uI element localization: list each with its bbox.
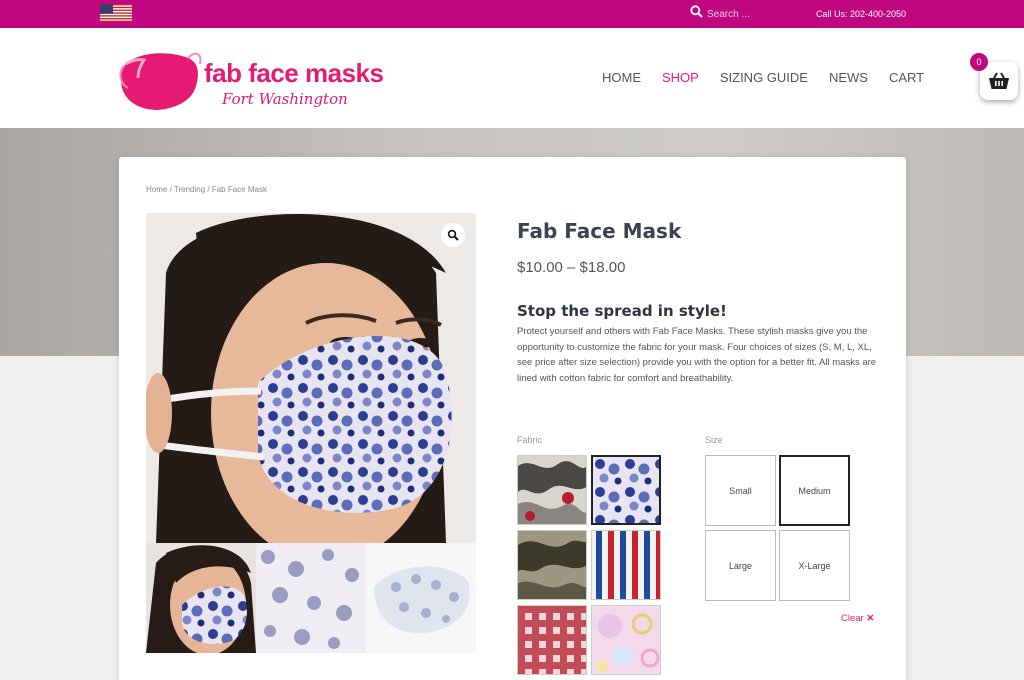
product-description: Protect yourself and others with Fab Fac…: [517, 326, 877, 384]
main-nav: HOME SHOP SIZING GUIDE NEWS CART: [602, 70, 945, 85]
nav-cart[interactable]: CART: [889, 70, 924, 85]
fabric-swatch-stripes[interactable]: [591, 530, 661, 600]
size-option-x-large[interactable]: X-Large: [779, 530, 850, 601]
search-icon[interactable]: [690, 5, 703, 23]
size-label: Size: [705, 435, 723, 445]
fabric-label: Fabric: [517, 435, 543, 445]
product-main-image[interactable]: [146, 213, 476, 543]
thumbnail-3[interactable]: [366, 543, 476, 653]
clear-selection-link[interactable]: Clear ✕: [841, 613, 874, 624]
mask-logo-icon: [119, 52, 202, 110]
thumbnail-1[interactable]: [146, 543, 256, 653]
size-option-medium[interactable]: Medium: [779, 455, 850, 526]
breadcrumb-current: Fab Face Mask: [211, 185, 267, 194]
thumbnail-2[interactable]: [256, 543, 366, 653]
cart-count-badge: 0: [970, 53, 988, 71]
clear-label: Clear: [841, 613, 864, 624]
fabric-swatch-camo-green[interactable]: [517, 530, 587, 600]
product-card: Home / Trending / Fab Face Mask Fab Face…: [119, 157, 906, 680]
nav-news[interactable]: NEWS: [829, 70, 868, 85]
nav-shop[interactable]: SHOP: [662, 70, 699, 85]
nav-home[interactable]: HOME: [602, 70, 641, 85]
basket-icon: [989, 72, 1009, 89]
product-title: Fab Face Mask: [517, 219, 682, 243]
product-headline: Stop the spread in style!: [517, 302, 727, 320]
product-price: $10.00 – $18.00: [517, 259, 626, 276]
breadcrumb-home[interactable]: Home: [146, 185, 167, 194]
us-flag-icon[interactable]: [100, 4, 132, 22]
breadcrumb: Home / Trending / Fab Face Mask: [146, 185, 267, 194]
fabric-swatch-pastel-circles[interactable]: [591, 605, 661, 675]
top-bar: Call Us: 202-400-2050: [0, 0, 1024, 28]
search-box: [690, 5, 797, 23]
magnifier-icon: [447, 229, 459, 241]
breadcrumb-separator: /: [205, 185, 212, 194]
search-input[interactable]: [707, 6, 797, 22]
size-option-large[interactable]: Large: [705, 530, 776, 601]
close-icon: ✕: [866, 613, 875, 624]
brand-tagline: Fort Washington: [222, 90, 348, 108]
zoom-button[interactable]: [441, 223, 465, 247]
fabric-swatch-gingham-red[interactable]: [517, 605, 587, 675]
size-option-small[interactable]: Small: [705, 455, 776, 526]
fabric-swatch-blue-flowers[interactable]: [591, 455, 661, 525]
breadcrumb-trending[interactable]: Trending: [174, 185, 205, 194]
call-us-text[interactable]: Call Us: 202-400-2050: [816, 9, 906, 19]
site-header: fab face masks Fort Washington HOME SHOP…: [0, 28, 1024, 128]
site-logo[interactable]: fab face masks Fort Washington: [118, 40, 388, 118]
fabric-swatch-camo-gray[interactable]: [517, 455, 587, 525]
brand-name: fab face masks: [204, 58, 384, 88]
nav-sizing-guide[interactable]: SIZING GUIDE: [720, 70, 808, 85]
